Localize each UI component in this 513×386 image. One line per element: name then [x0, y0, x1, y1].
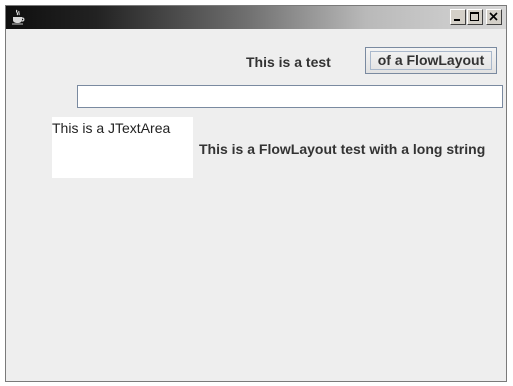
long-string-label: This is a FlowLayout test with a long st…: [199, 141, 486, 157]
test-label: This is a test: [246, 54, 331, 70]
flowlayout-button[interactable]: of a FlowLayout: [365, 47, 497, 74]
close-icon: [489, 12, 498, 21]
maximize-button[interactable]: [467, 9, 483, 25]
content-pane: This is a test of a FlowLayout This is a…: [6, 29, 506, 381]
text-area[interactable]: This is a JTextArea: [52, 117, 193, 178]
window-controls: [450, 9, 502, 26]
java-cup-icon[interactable]: [10, 9, 26, 25]
minimize-icon: [454, 19, 460, 21]
text-field[interactable]: [77, 85, 503, 108]
flowlayout-button-label: of a FlowLayout: [377, 52, 485, 68]
close-button[interactable]: [486, 9, 502, 25]
app-window: This is a test of a FlowLayout This is a…: [5, 5, 507, 382]
minimize-button[interactable]: [450, 9, 466, 25]
title-bar[interactable]: [6, 6, 506, 29]
maximize-icon: [470, 12, 479, 21]
